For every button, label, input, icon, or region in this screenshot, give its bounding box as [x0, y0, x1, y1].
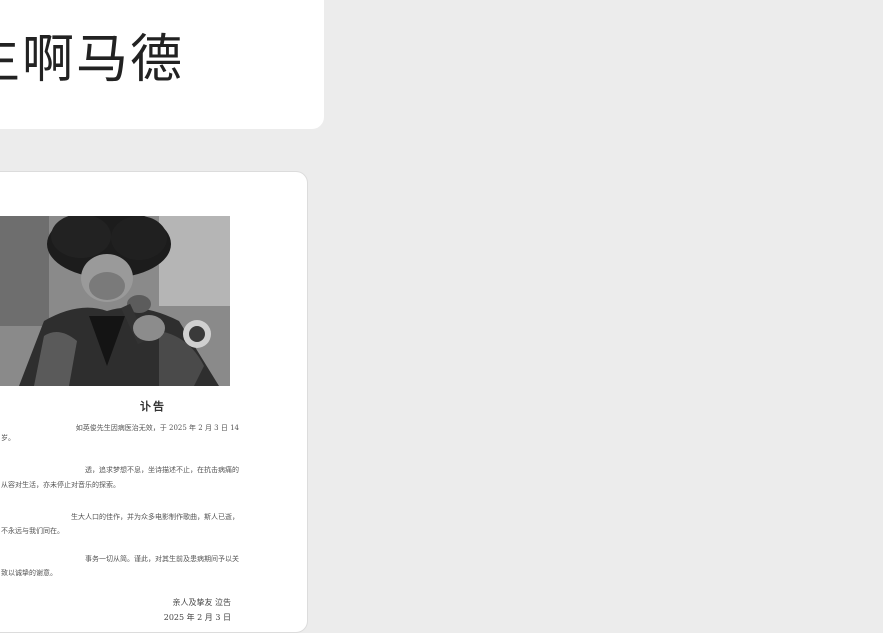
message-text: 生啊马德 [0, 30, 185, 90]
obituary-text-line: 透，追求梦想不息，坐诗描述不止，在抗击病痛的 [85, 466, 239, 474]
obituary-text-line: 事务一切从简。谨此，对其生前及患病期间予以关 [85, 555, 239, 563]
obituary-text-line: 岁。 [1, 434, 15, 442]
obituary-text-line: 从容对生活，亦未停止对音乐的探索。 [1, 481, 120, 489]
portrait-graphic [0, 216, 230, 386]
obituary-title: 讣告 [140, 400, 166, 413]
obituary-date: 2025 年 2 月 3 日 [163, 613, 231, 622]
obituary-text-line: 如英俊先生因病医治无效，于 2025 年 2 月 3 日 14 [75, 424, 239, 432]
obituary-text-line: 不永远与我们同在。 [1, 527, 64, 535]
obituary-text-line: 生大人口的佳作，并为众多电影制作歌曲，斯人已逝， [71, 513, 239, 521]
message-bubble[interactable]: 生啊马德 [0, 0, 324, 129]
obituary-signature: 亲人及挚友 泣告 [172, 598, 231, 607]
obituary-photo [0, 216, 230, 386]
obituary-image-card[interactable]: 讣告 如英俊先生因病医治无效，于 2025 年 2 月 3 日 14 岁。 透，… [0, 171, 308, 633]
obituary-text-line: 致以诚挚的谢意。 [1, 569, 57, 577]
